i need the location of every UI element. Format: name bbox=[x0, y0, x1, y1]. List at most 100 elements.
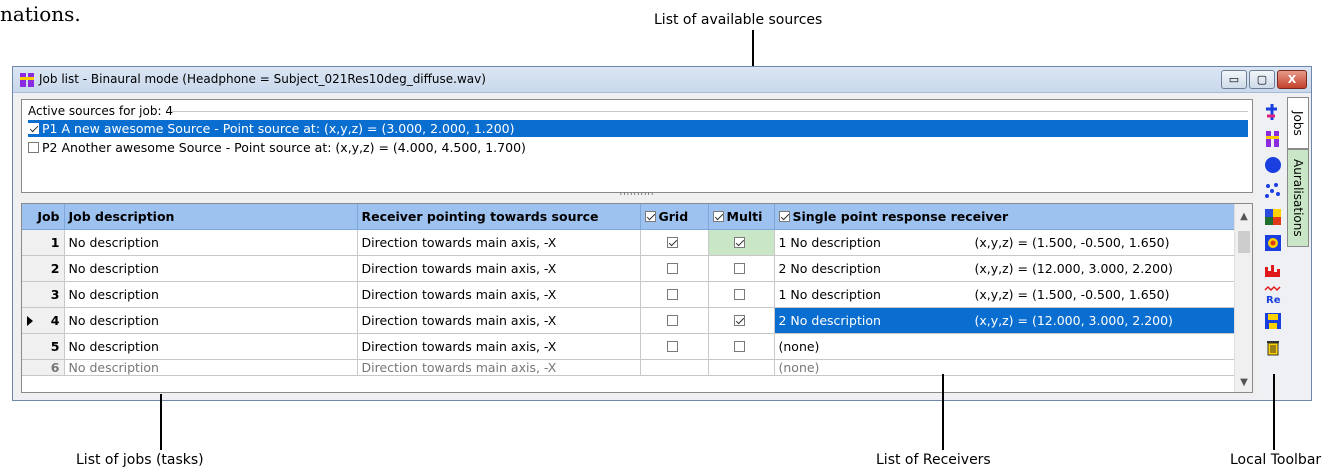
multi-checkbox[interactable] bbox=[734, 288, 745, 300]
blue-circle-icon[interactable] bbox=[1263, 155, 1283, 175]
table-row[interactable]: 3 No description Direction towards main … bbox=[22, 281, 1235, 308]
grid-checkbox[interactable] bbox=[667, 236, 678, 248]
grid-checkbox[interactable] bbox=[667, 340, 678, 352]
multi-cell[interactable] bbox=[708, 333, 775, 360]
source-label: P2 Another awesome Source - Point source… bbox=[42, 140, 526, 155]
column-header-multi[interactable]: Multi bbox=[708, 204, 775, 230]
column-header-job[interactable]: Job bbox=[22, 204, 65, 230]
grid-cell[interactable] bbox=[640, 307, 709, 334]
grid-all-checkbox[interactable] bbox=[644, 210, 656, 222]
receiver-pointing[interactable]: Direction towards main axis, -X bbox=[357, 281, 641, 308]
multi-cell[interactable] bbox=[708, 255, 775, 282]
receiver-coords: (x,y,z) = (12.000, 3.000, 2.200) bbox=[974, 312, 1173, 328]
multi-cell[interactable] bbox=[708, 229, 775, 256]
column-header-description[interactable]: Job description bbox=[64, 204, 358, 230]
histogram-icon[interactable] bbox=[1263, 259, 1283, 279]
job-description[interactable]: No description bbox=[64, 333, 358, 360]
multi-checkbox[interactable] bbox=[734, 262, 745, 274]
callout-sources: List of available sources bbox=[654, 12, 823, 28]
receiver-pointing[interactable]: Direction towards main axis, -X bbox=[357, 229, 641, 256]
trash-icon[interactable] bbox=[1263, 337, 1283, 357]
job-description[interactable]: No description bbox=[64, 281, 358, 308]
grid-map-icon[interactable] bbox=[1263, 207, 1283, 227]
sources-header: Active sources for job: 4 bbox=[28, 104, 173, 118]
job-number: 3 bbox=[22, 281, 65, 308]
tab-auralisations[interactable]: Auralisations bbox=[1287, 149, 1309, 247]
minimize-button[interactable]: ▭ bbox=[1221, 70, 1247, 89]
multi-all-checkbox[interactable] bbox=[712, 210, 724, 222]
source-checkbox[interactable] bbox=[28, 123, 39, 134]
table-row-current[interactable]: 4 No description Direction towards main … bbox=[22, 307, 1235, 334]
receiver-cell[interactable]: 1 No description (x,y,z) = (1.500, -0.500… bbox=[774, 281, 1235, 308]
splitter-handle[interactable]: '''''''''' bbox=[617, 193, 657, 202]
grid-cell[interactable] bbox=[640, 255, 709, 282]
grid-cell[interactable] bbox=[640, 333, 709, 360]
job-number: 2 bbox=[22, 255, 65, 282]
callout-receivers-line bbox=[942, 374, 944, 450]
tab-jobs[interactable]: Jobs bbox=[1287, 97, 1309, 149]
multi-checkbox[interactable] bbox=[734, 236, 745, 248]
title-bar[interactable]: Job list - Binaural mode (Headphone = Su… bbox=[13, 67, 1311, 93]
receiver-cell[interactable]: (none) bbox=[774, 333, 1235, 360]
grid-checkbox[interactable] bbox=[667, 288, 678, 300]
column-header-pointing[interactable]: Receiver pointing towards source bbox=[357, 204, 641, 230]
scroll-down-icon[interactable]: ▼ bbox=[1235, 374, 1252, 392]
job-description[interactable]: No description bbox=[64, 359, 358, 376]
receiver-pointing[interactable]: Direction towards main axis, -X bbox=[357, 359, 641, 376]
source-checkbox[interactable] bbox=[28, 142, 39, 153]
callout-jobs: List of jobs (tasks) bbox=[76, 452, 204, 468]
receiver-cell[interactable]: (none) bbox=[774, 359, 1235, 376]
receiver-cell-selected[interactable]: 2 No description (x,y,z) = (12.000, 3.000… bbox=[774, 307, 1235, 334]
multi-checkbox[interactable] bbox=[734, 314, 745, 326]
dots-icon[interactable] bbox=[1263, 181, 1283, 201]
job-description[interactable]: No description bbox=[64, 307, 358, 334]
save-icon[interactable] bbox=[1263, 311, 1283, 331]
job-description[interactable]: No description bbox=[64, 255, 358, 282]
multi-cell[interactable] bbox=[708, 307, 775, 334]
job-description[interactable]: No description bbox=[64, 229, 358, 256]
receiver-name: 2 No description bbox=[778, 312, 881, 328]
job-number: 1 bbox=[22, 229, 65, 256]
job-number: 4 bbox=[22, 307, 65, 334]
vertical-scrollbar[interactable]: ▲ ▼ bbox=[1234, 204, 1252, 392]
grid-cell[interactable] bbox=[640, 281, 709, 308]
job-list-icon[interactable] bbox=[1263, 129, 1283, 149]
grid-cell[interactable] bbox=[640, 359, 709, 376]
job-number: 6 bbox=[22, 359, 65, 376]
callout-toolbar-line bbox=[1273, 374, 1275, 450]
source-item[interactable]: P1 A new awesome Source - Point source a… bbox=[28, 120, 1248, 137]
source-item[interactable]: P2 Another awesome Source - Point source… bbox=[28, 139, 1248, 156]
scroll-up-icon[interactable]: ▲ bbox=[1235, 208, 1252, 226]
column-header-single[interactable]: Single point response receiver bbox=[774, 204, 1235, 230]
re-wave-icon[interactable]: Re bbox=[1263, 285, 1283, 305]
grid-checkbox[interactable] bbox=[667, 314, 678, 326]
add-job-icon[interactable] bbox=[1263, 103, 1283, 123]
receiver-cell[interactable]: 1 No description (x,y,z) = (1.500, -0.500… bbox=[774, 229, 1235, 256]
column-header-grid[interactable]: Grid bbox=[640, 204, 709, 230]
receiver-pointing[interactable]: Direction towards main axis, -X bbox=[357, 255, 641, 282]
document-text-fragment: nations. bbox=[0, 2, 81, 26]
table-row[interactable]: 2 No description Direction towards main … bbox=[22, 255, 1235, 282]
receiver-name: (none) bbox=[778, 338, 820, 354]
single-all-checkbox[interactable] bbox=[778, 210, 790, 222]
sources-header-divider bbox=[172, 111, 1248, 112]
multi-cell[interactable] bbox=[708, 281, 775, 308]
table-row-partial[interactable]: 6 No description Direction towards main … bbox=[22, 359, 1235, 376]
multi-checkbox[interactable] bbox=[734, 340, 745, 352]
app-icon bbox=[20, 73, 34, 87]
maximize-button[interactable]: ▢ bbox=[1249, 70, 1275, 89]
close-button[interactable]: X bbox=[1277, 70, 1307, 89]
multi-cell[interactable] bbox=[708, 359, 775, 376]
scroll-thumb[interactable] bbox=[1238, 231, 1250, 253]
receiver-cell[interactable]: 2 No description (x,y,z) = (12.000, 3.000… bbox=[774, 255, 1235, 282]
receiver-pointing[interactable]: Direction towards main axis, -X bbox=[357, 307, 641, 334]
receiver-name: 1 No description bbox=[778, 286, 881, 302]
jobs-table: Job Job description Receiver pointing to… bbox=[22, 204, 1235, 376]
color-map-icon[interactable] bbox=[1263, 233, 1283, 253]
table-row[interactable]: 5 No description Direction towards main … bbox=[22, 333, 1235, 360]
grid-cell[interactable] bbox=[640, 229, 709, 256]
grid-checkbox[interactable] bbox=[667, 262, 678, 274]
callout-toolbar: Local Toolbar bbox=[1230, 452, 1322, 468]
table-row[interactable]: 1 No description Direction towards main … bbox=[22, 229, 1235, 256]
receiver-pointing[interactable]: Direction towards main axis, -X bbox=[357, 333, 641, 360]
